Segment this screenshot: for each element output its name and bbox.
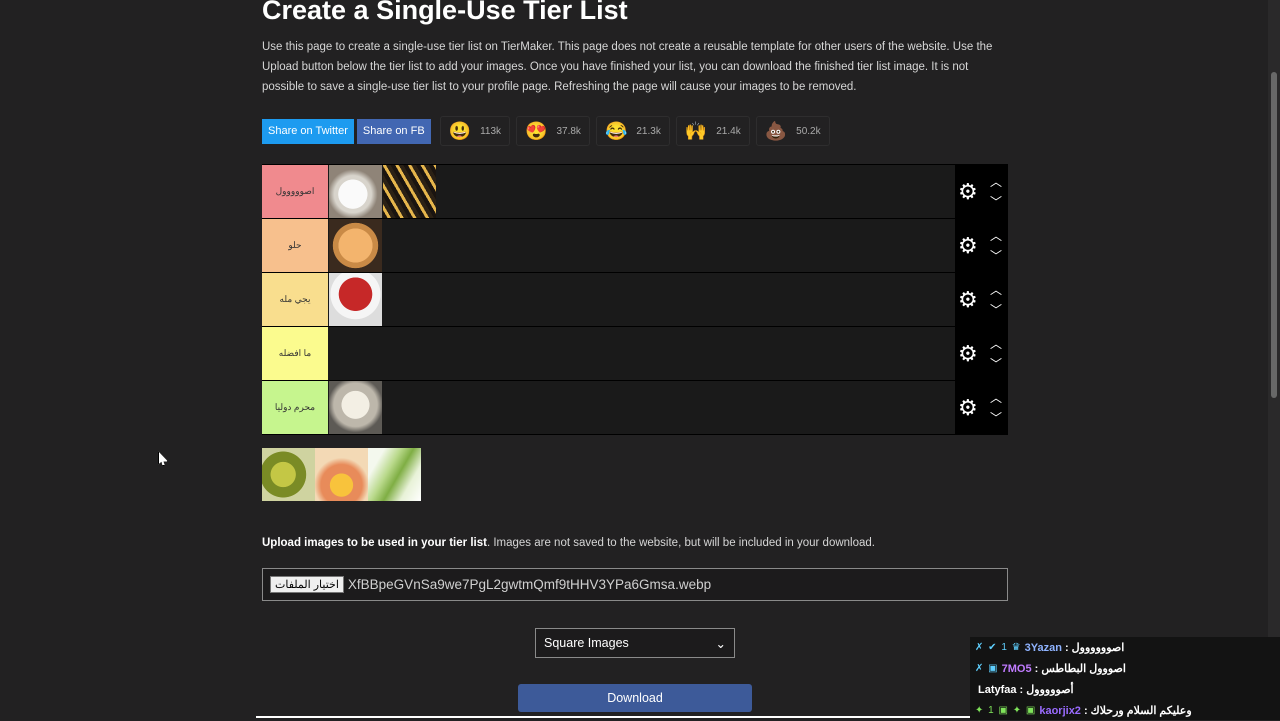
gear-icon[interactable]: ⚙	[958, 234, 978, 257]
intro-text: Use this page to create a single-use tie…	[262, 41, 993, 93]
reaction-count: 113k	[480, 125, 502, 137]
tier-row: حلو ⚙ ︿ ﹀	[262, 219, 1008, 273]
chevron-up-icon[interactable]: ︿	[990, 172, 1002, 192]
chat-message: ✗ ✔ 1 ♛ 3Yazan : اصوووووول	[970, 637, 1280, 658]
tier-items	[328, 165, 955, 218]
chat-text: : وعليكم السلام ورحلاك	[1083, 705, 1192, 717]
grinning-face-icon: 😃	[448, 120, 472, 141]
tier-label[interactable]: ما افضله	[262, 327, 328, 380]
pool-item-garlic-sauce[interactable]	[315, 448, 368, 501]
tier-item-hummus-sauce[interactable]	[329, 219, 382, 272]
chevron-down-icon[interactable]: ﹀	[990, 300, 1002, 320]
tier-row: يجي مله ⚙ ︿ ﹀	[262, 273, 1008, 327]
tier-label[interactable]: محرم دوليا	[262, 381, 328, 434]
chevron-down-icon[interactable]: ﹀	[990, 408, 1002, 428]
tier-item-tomato-soup[interactable]	[329, 273, 382, 326]
chat-username: kaorjix2	[1039, 704, 1081, 717]
stream-chat-overlay: ✗ ✔ 1 ♛ 3Yazan : اصوووووول ✗ ▣ 7MO5 : اص…	[970, 637, 1280, 720]
gear-icon[interactable]: ⚙	[958, 342, 978, 365]
chat-text: : أصووووول	[1019, 684, 1074, 696]
chat-badges: ✗ ▣	[975, 663, 999, 674]
tier-item-fries[interactable]	[383, 165, 436, 218]
mouse-cursor-icon	[158, 451, 168, 466]
tier-controls: ⚙ ︿ ﹀	[955, 219, 1008, 272]
image-mode-select[interactable]: Square Images ⌄	[535, 628, 735, 658]
image-mode-selected: Square Images	[544, 636, 629, 650]
chat-username: 3Yazan	[1024, 641, 1062, 654]
share-twitter-button[interactable]: Share on Twitter	[262, 118, 354, 144]
chevron-down-icon[interactable]: ﹀	[990, 354, 1002, 374]
share-facebook-button[interactable]: Share on FB	[356, 118, 431, 144]
tier-label[interactable]: حلو	[262, 219, 328, 272]
scrollbar[interactable]	[1268, 0, 1280, 720]
gear-icon[interactable]: ⚙	[958, 396, 978, 419]
pool-item-lettuce[interactable]	[368, 448, 421, 501]
heart-eyes-icon: 😍	[525, 120, 548, 141]
tier-controls: ⚙ ︿ ﹀	[955, 273, 1008, 326]
tier-label[interactable]: اصووووول	[262, 165, 328, 218]
reaction-count: 21.4k	[716, 125, 741, 137]
tier-item-sour-cream[interactable]	[329, 165, 382, 218]
tier-list: اصووووول ⚙ ︿ ﹀ حلو ⚙ ︿ ﹀ يجي مله ⚙ ︿ ﹀ ما ا…	[262, 164, 1008, 435]
raised-hands-icon: 🙌	[684, 120, 708, 141]
tier-controls: ⚙ ︿ ﹀	[955, 165, 1008, 218]
reaction-grinning[interactable]: 😃 113k	[439, 116, 511, 146]
gear-icon[interactable]: ⚙	[958, 180, 978, 203]
chat-message: ✦ 1 ▣ ✦ ▣ kaorjix2 : وعليكم السلام ورحلا…	[970, 700, 1280, 721]
chevron-down-icon[interactable]: ﹀	[990, 246, 1002, 266]
chat-username: 7MO5	[1001, 662, 1032, 675]
chevron-up-icon[interactable]: ︿	[990, 226, 1002, 246]
tier-label[interactable]: يجي مله	[262, 273, 328, 326]
chat-message: Latyfaa : أصووووول	[970, 679, 1280, 700]
tears-of-joy-icon: 😂	[604, 120, 628, 141]
tier-items	[328, 219, 955, 272]
chevron-up-icon[interactable]: ︿	[990, 280, 1002, 300]
reaction-heart-eyes[interactable]: 😍 37.8k	[516, 116, 590, 146]
pool-item-pickles[interactable]	[262, 448, 315, 501]
tier-items	[328, 327, 955, 380]
tier-row: ما افضله ⚙ ︿ ﹀	[262, 327, 1008, 381]
tier-items	[328, 273, 955, 326]
tier-items	[328, 381, 955, 434]
chat-text: : اصووول البطاطس	[1034, 663, 1126, 675]
reaction-count: 21.3k	[636, 125, 661, 137]
tier-row: محرم دوليا ⚙ ︿ ﹀	[262, 381, 1008, 435]
tier-row: اصووووول ⚙ ︿ ﹀	[262, 165, 1008, 219]
reaction-tears-of-joy[interactable]: 😂 21.3k	[595, 116, 670, 146]
file-upload-input[interactable]: اختيار الملفات XfBBpeGVnSa9we7PgL2gwtmQm…	[262, 568, 1008, 601]
chat-badges: ✦ 1 ▣ ✦ ▣	[975, 705, 1037, 716]
chat-message: ✗ ▣ 7MO5 : اصووول البطاطس	[970, 658, 1280, 679]
reaction-count: 37.8k	[556, 125, 581, 137]
upload-label-rest: . Images are not saved to the website, b…	[486, 537, 875, 549]
unranked-image-pool	[262, 448, 421, 501]
chevron-up-icon[interactable]: ︿	[990, 388, 1002, 408]
divider	[256, 716, 1000, 718]
reaction-poop[interactable]: 💩 50.2k	[755, 116, 830, 146]
upload-label-bold: Upload images to be used in your tier li…	[262, 537, 487, 549]
tier-item-mayo[interactable]	[329, 381, 382, 434]
gear-icon[interactable]: ⚙	[958, 288, 978, 311]
page-title: Create a Single-Use Tier List	[262, 0, 628, 25]
chevron-up-icon[interactable]: ︿	[990, 334, 1002, 354]
chevron-down-icon[interactable]: ﹀	[990, 192, 1002, 212]
reaction-count: 50.2k	[796, 125, 821, 137]
selected-file-name: XfBBpeGVnSa9we7PgL2gwtmQmf9tHHV3YPa6Gmsa…	[347, 577, 712, 592]
choose-files-button[interactable]: اختيار الملفات	[270, 576, 344, 593]
chat-username: Latyfaa	[978, 683, 1017, 696]
tier-controls: ⚙ ︿ ﹀	[955, 327, 1008, 380]
scrollbar-thumb[interactable]	[1271, 72, 1277, 398]
chevron-down-icon: ⌄	[715, 636, 726, 651]
chat-badges: ✗ ✔ 1 ♛	[975, 642, 1022, 653]
download-button[interactable]: Download	[518, 684, 752, 712]
poop-icon: 💩	[764, 120, 788, 141]
share-row: Share on Twitter Share on FB 😃 113k 😍 37…	[262, 116, 830, 146]
chat-text: : اصوووووول	[1064, 642, 1125, 654]
reaction-raised-hands[interactable]: 🙌 21.4k	[675, 116, 750, 146]
tier-controls: ⚙ ︿ ﹀	[955, 381, 1008, 434]
upload-instructions: Upload images to be used in your tier li…	[262, 537, 875, 549]
